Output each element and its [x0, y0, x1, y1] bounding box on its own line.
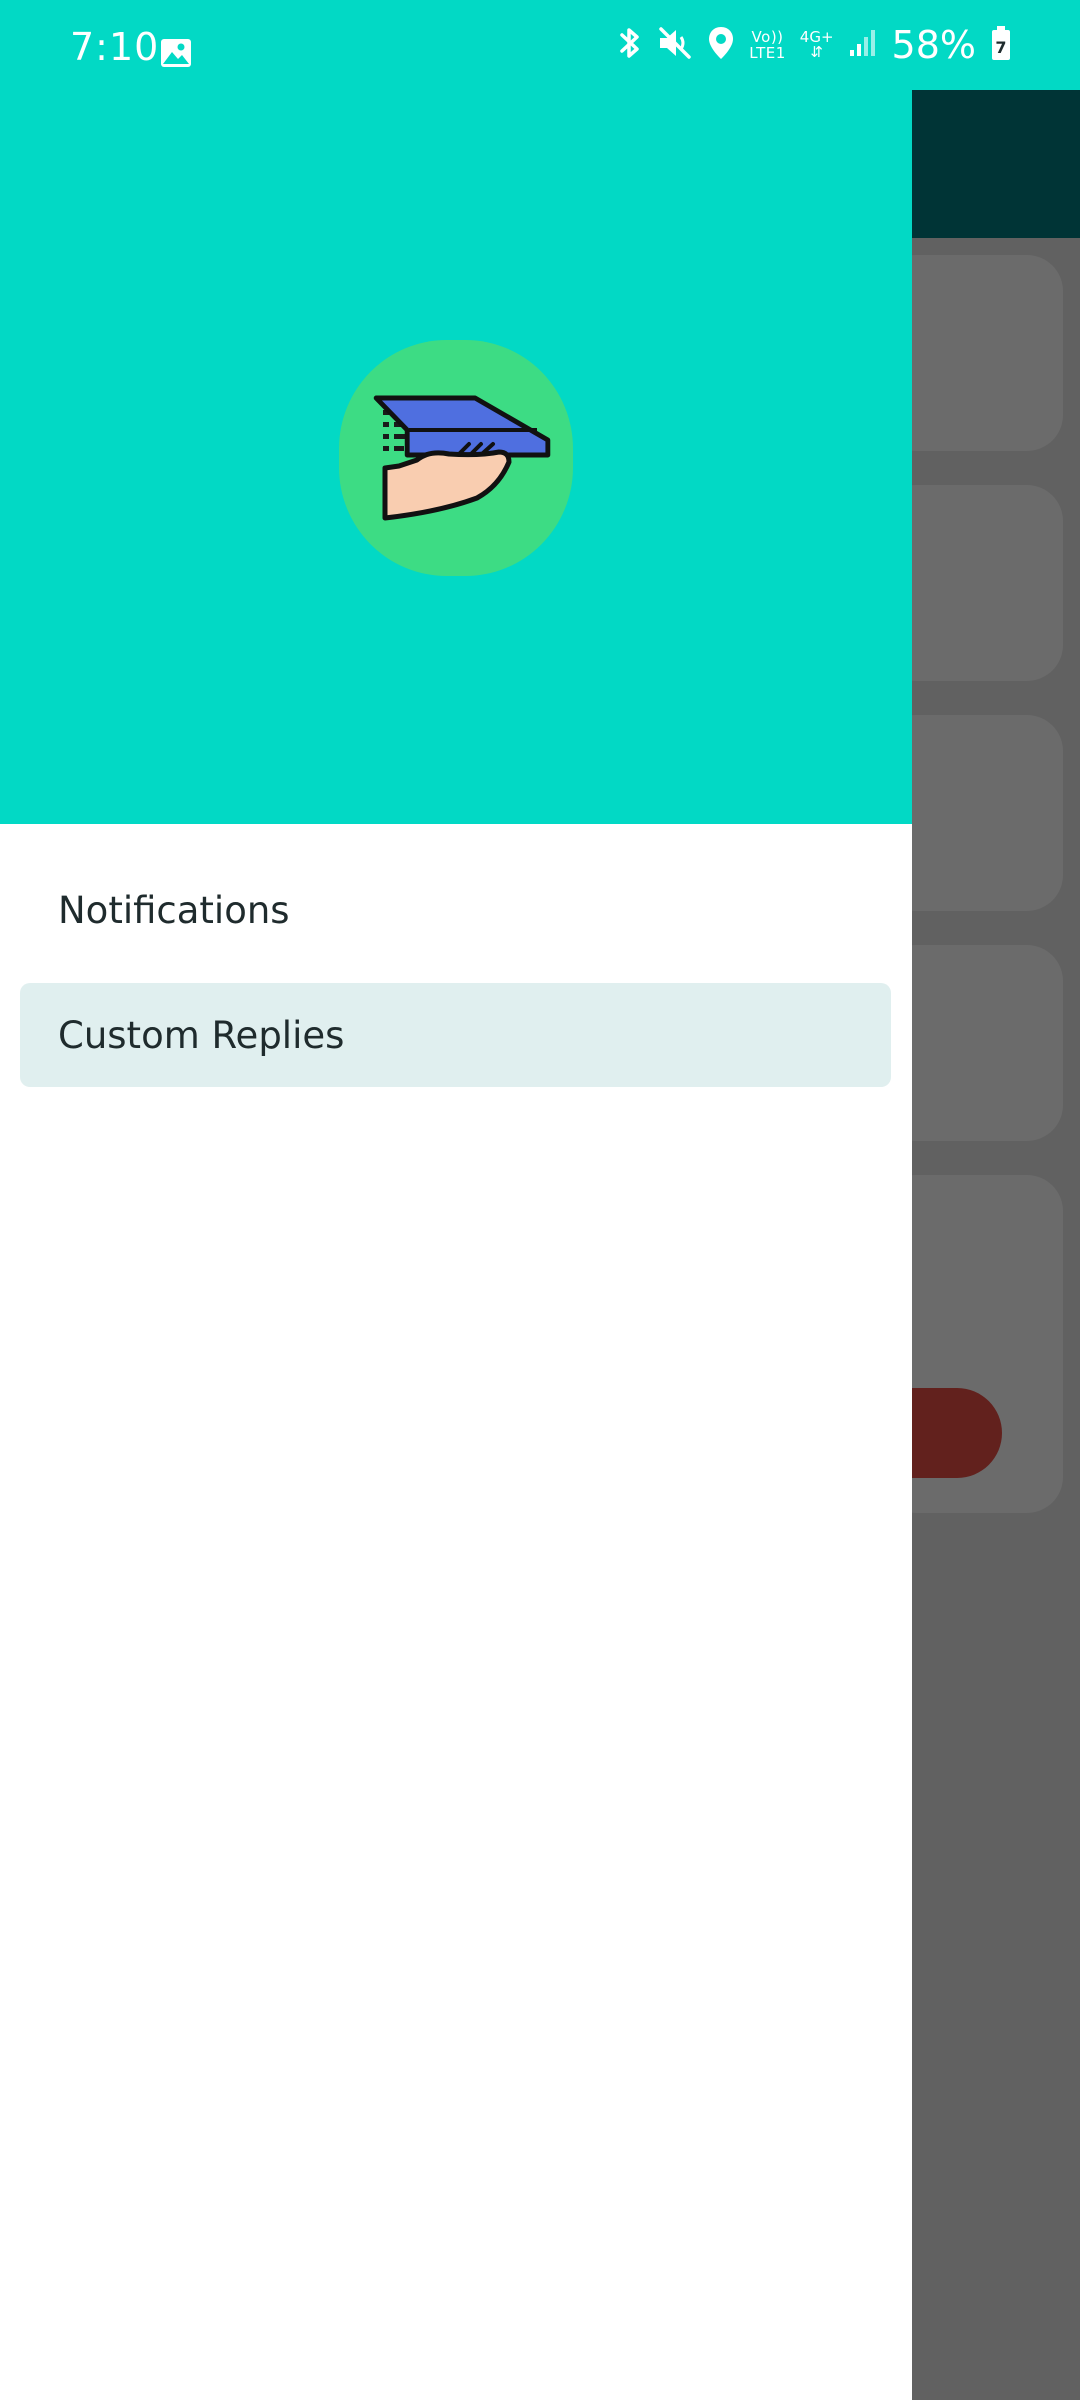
status-icons: Vo)) LTE1 4G+ ⇵ 58% 7 [617, 22, 1012, 68]
drawer-header [0, 0, 912, 824]
gallery-notification-icon [160, 38, 192, 72]
battery-charging-icon: 7 [990, 25, 1012, 65]
battery-badge: 7 [995, 38, 1006, 57]
status-bar: 7:10 Vo)) LTE1 4G+ ⇵ 58% 7 [0, 0, 1080, 90]
bluetooth-icon [617, 25, 643, 65]
location-icon [707, 25, 735, 65]
hand-holding-paper-plane-icon [339, 340, 573, 576]
volte-indicator: Vo)) LTE1 [749, 28, 786, 62]
drawer-item-custom-replies[interactable]: Custom Replies [20, 983, 891, 1087]
data-activity-icon: ⇵ [810, 43, 823, 61]
battery-percent: 58% [891, 23, 976, 67]
signal-strength-icon [848, 28, 878, 62]
drawer-item-notifications[interactable]: Notifications [20, 858, 891, 962]
status-time: 7:10 [70, 25, 160, 69]
mute-icon [657, 26, 693, 64]
network-type-indicator: 4G+ ⇵ [799, 28, 834, 61]
navigation-drawer: Notifications Custom Replies [0, 0, 912, 2400]
